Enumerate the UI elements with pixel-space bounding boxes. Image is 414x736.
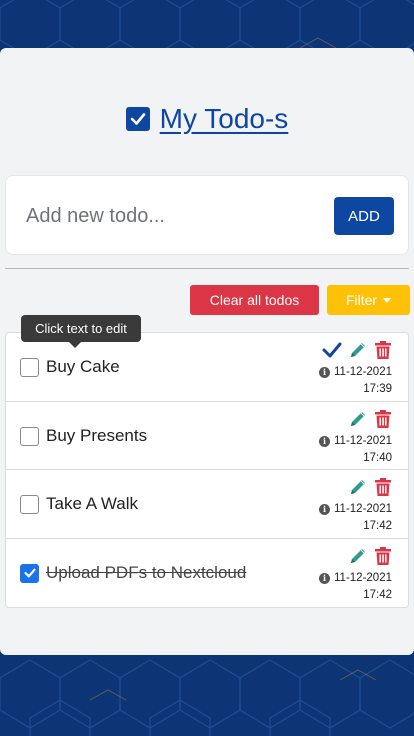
todo-checkbox[interactable] <box>20 563 39 583</box>
checkbox-icon <box>125 107 150 131</box>
todo-meta: i 11-12-2021 17:39 <box>319 364 392 398</box>
add-button[interactable]: ADD <box>334 197 394 235</box>
divider <box>5 268 409 269</box>
todo-checkbox[interactable] <box>20 426 39 446</box>
todo-actions <box>348 477 392 502</box>
todo-item: Buy Cake i 11-12-2021 17:39 <box>6 333 408 402</box>
todo-date: 11-12-2021 <box>334 434 392 447</box>
page-title-row: My Todo-s <box>0 103 414 135</box>
todo-meta: i 11-12-2021 17:40 <box>319 433 392 467</box>
todo-checkbox[interactable] <box>20 358 39 377</box>
todo-meta: i 11-12-2021 17:42 <box>319 570 392 604</box>
todo-card: My Todo-s ADD Clear all todos Filter Buy… <box>0 48 414 655</box>
todo-text[interactable]: Buy Cake <box>46 357 120 377</box>
edit-tooltip: Click text to edit <box>21 315 141 348</box>
todo-actions <box>348 546 392 571</box>
trash-icon[interactable] <box>374 546 392 571</box>
todo-date: 11-12-2021 <box>334 366 392 378</box>
todo-item: Upload PDFs to Nextcloud i 11-12-2021 17:… <box>6 539 408 608</box>
new-todo-form: ADD <box>5 175 409 255</box>
trash-icon[interactable] <box>374 477 392 502</box>
pencil-icon[interactable] <box>348 409 368 434</box>
pencil-icon[interactable] <box>348 340 368 365</box>
todo-item: Take A Walk i 11-12-2021 17:42 <box>6 470 408 539</box>
todo-item: Buy Presents i 11-12-2021 17:40 <box>6 402 408 470</box>
todo-text[interactable]: Upload PDFs to Nextcloud <box>46 563 246 583</box>
pencil-icon[interactable] <box>348 477 368 502</box>
filter-dropdown-button[interactable]: Filter <box>327 285 410 315</box>
todo-time: 17:40 <box>363 451 392 464</box>
todo-time: 17:42 <box>363 520 392 532</box>
caret-down-icon <box>383 297 392 303</box>
todo-meta: i 11-12-2021 17:42 <box>319 501 392 535</box>
trash-icon[interactable] <box>374 340 392 365</box>
todo-date: 11-12-2021 <box>334 503 392 515</box>
page-title[interactable]: My Todo-s <box>160 103 289 135</box>
todo-time: 17:42 <box>363 588 392 601</box>
todo-actions <box>322 340 392 365</box>
new-todo-input[interactable] <box>26 198 316 234</box>
trash-icon[interactable] <box>374 409 392 434</box>
todo-text[interactable]: Buy Presents <box>46 426 147 446</box>
todo-checkbox[interactable] <box>20 495 39 514</box>
todo-actions <box>348 409 392 434</box>
info-circle-icon: i <box>319 504 331 515</box>
check-icon <box>23 568 36 578</box>
pencil-icon[interactable] <box>348 546 368 571</box>
todo-time: 17:39 <box>363 383 392 395</box>
info-circle-icon: i <box>319 572 331 584</box>
filter-label: Filter <box>345 292 378 308</box>
todo-date: 11-12-2021 <box>334 571 392 584</box>
info-circle-icon: i <box>319 367 331 378</box>
check-icon[interactable] <box>322 341 342 364</box>
todo-list: Buy Cake i11-12-2021 17:39 Buy Presents <box>5 332 409 608</box>
todo-text[interactable]: Take A Walk <box>46 494 138 514</box>
clear-all-button[interactable]: Clear all todos <box>190 285 319 315</box>
info-circle-icon: i <box>319 435 331 447</box>
